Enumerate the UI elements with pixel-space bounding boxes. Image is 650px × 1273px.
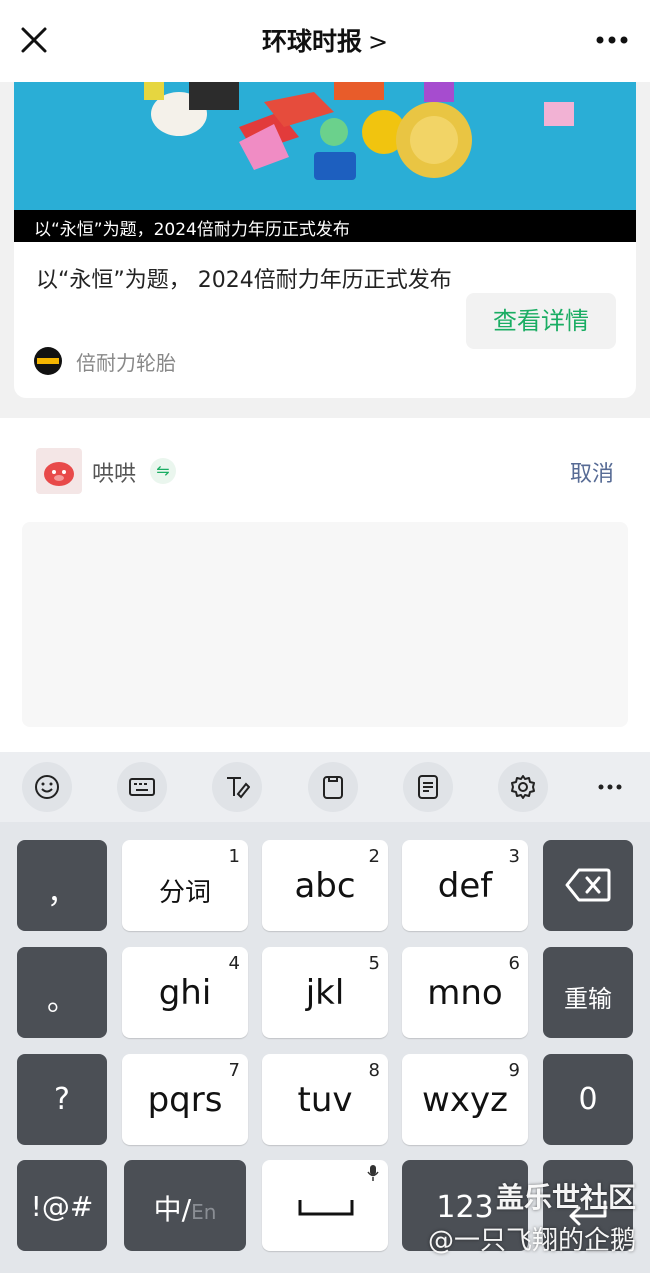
top-bar: 环球时报 > bbox=[0, 0, 650, 82]
key-3[interactable]: 3 def bbox=[402, 840, 528, 931]
watermark-author: @一只飞翔的企鹅 bbox=[427, 1226, 636, 1256]
microphone-icon bbox=[367, 1165, 379, 1181]
handwriting-icon[interactable] bbox=[212, 762, 262, 812]
key-7[interactable]: 7 pqrs bbox=[122, 1054, 248, 1145]
space-icon bbox=[298, 1200, 354, 1216]
key-6[interactable]: 6 mno bbox=[402, 947, 528, 1038]
key-9[interactable]: 9 wxyz bbox=[402, 1054, 528, 1145]
key-4[interactable]: 4 ghi bbox=[122, 947, 248, 1038]
user-name: 哄哄 bbox=[92, 462, 137, 487]
clipboard-icon[interactable] bbox=[308, 762, 358, 812]
more-icon[interactable] bbox=[585, 762, 635, 812]
symbols-key[interactable]: !@# bbox=[17, 1160, 107, 1251]
settings-icon[interactable] bbox=[498, 762, 548, 812]
keyboard-icon[interactable] bbox=[117, 762, 167, 812]
more-icon[interactable] bbox=[592, 24, 632, 56]
comment-input[interactable] bbox=[22, 522, 628, 727]
cancel-button[interactable]: 取消 bbox=[570, 456, 614, 488]
article-title: 以“永恒”为题， 2024倍耐力年历正式发布 bbox=[36, 268, 452, 293]
avatar[interactable] bbox=[36, 448, 82, 494]
article-source[interactable]: 倍耐力轮胎 bbox=[34, 346, 176, 376]
key-0[interactable]: 0 bbox=[543, 1054, 633, 1145]
backspace-icon bbox=[565, 868, 611, 902]
watermark-community: 盖乐世社区 bbox=[495, 1181, 636, 1214]
pirelli-logo bbox=[34, 347, 62, 375]
image-caption: 以“永恒”为题，2024倍耐力年历正式发布 bbox=[14, 210, 636, 242]
switch-account-icon[interactable]: ⇋ bbox=[150, 458, 176, 484]
language-switch-key[interactable]: 中/En bbox=[124, 1160, 246, 1251]
comment-header: 哄哄 ⇋ 取消 bbox=[0, 418, 650, 518]
watermark: 盖乐世社区 @一只飞翔的企鹅 bbox=[428, 1176, 636, 1257]
chevron-right-icon: > bbox=[367, 28, 389, 56]
article-card[interactable]: 以“永恒”为题，2024倍耐力年历正式发布 以“永恒”为题， 2024倍耐力年历… bbox=[14, 82, 636, 398]
page-title[interactable]: 环球时报 > bbox=[0, 22, 650, 58]
key-5[interactable]: 5 jkl bbox=[262, 947, 388, 1038]
space-key[interactable] bbox=[262, 1160, 388, 1251]
view-details-button[interactable]: 查看详情 bbox=[466, 293, 616, 349]
key-2[interactable]: 2 abc bbox=[262, 840, 388, 931]
key-period[interactable]: 。 bbox=[17, 947, 107, 1038]
notes-icon[interactable] bbox=[403, 762, 453, 812]
key-1[interactable]: 1 分词 bbox=[122, 840, 248, 931]
reinput-key[interactable]: 重输 bbox=[543, 947, 633, 1038]
key-question[interactable]: ? bbox=[17, 1054, 107, 1145]
emoji-icon[interactable] bbox=[22, 762, 72, 812]
key-comma[interactable]: ， bbox=[17, 840, 107, 931]
keyboard-toolbar bbox=[0, 752, 650, 822]
article-cover-image: 以“永恒”为题，2024倍耐力年历正式发布 bbox=[14, 82, 636, 242]
source-name: 倍耐力轮胎 bbox=[76, 350, 176, 375]
key-8[interactable]: 8 tuv bbox=[262, 1054, 388, 1145]
backspace-key[interactable] bbox=[543, 840, 633, 931]
